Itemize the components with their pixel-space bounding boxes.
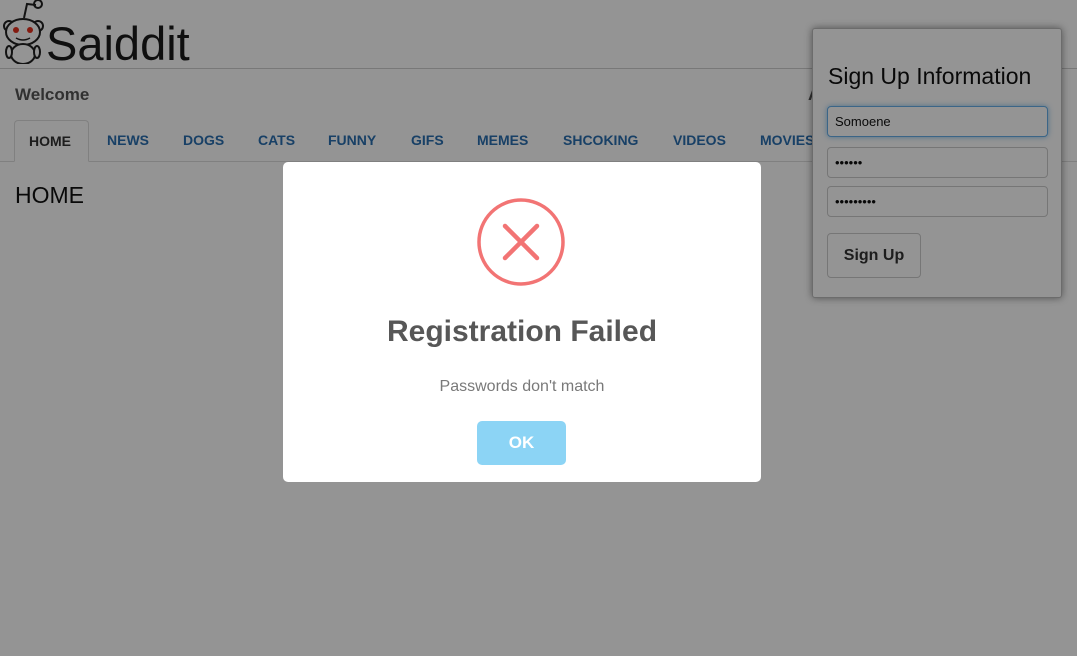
dialog-message: Passwords don't match bbox=[439, 378, 605, 395]
error-x-icon bbox=[477, 198, 565, 286]
ok-button[interactable]: OK bbox=[477, 421, 566, 465]
error-dialog: Registration Failed Passwords don't matc… bbox=[283, 162, 761, 482]
dialog-title: Registration Failed bbox=[386, 315, 658, 348]
